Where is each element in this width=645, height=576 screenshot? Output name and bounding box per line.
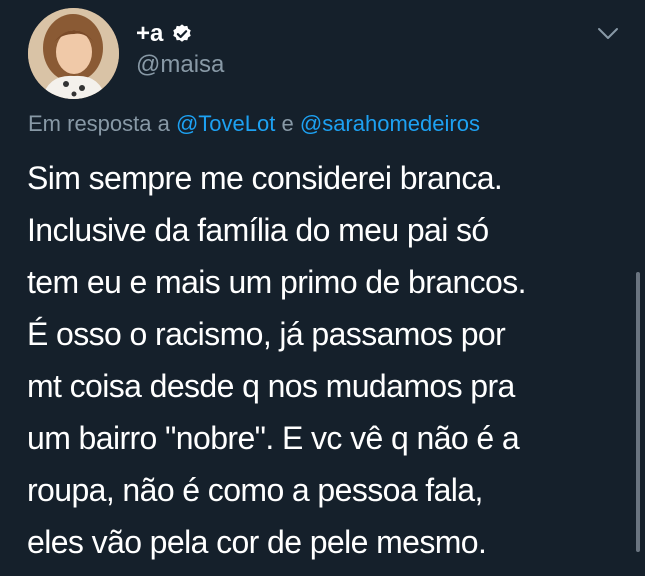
display-name-text[interactable]: +a [136,20,163,48]
chevron-down-icon[interactable] [596,26,620,42]
tweet-card: +a @maisa Em resposta a @ToveLot e @sara… [0,0,645,576]
tweet-text-line: eles vão pela cor de pele mesmo. [27,524,487,560]
mention-link-2[interactable]: @sarahomedeiros [300,111,480,136]
tweet-text: Sim sempre me considerei branca. Inclusi… [27,152,627,568]
tweet-text-line: Inclusive da família do meu pai só [27,212,489,248]
reply-prefix: Em resposta a [28,111,170,136]
reply-context: Em resposta a @ToveLot e @sarahomedeiros [28,110,480,138]
avatar[interactable] [28,8,119,99]
tweet-text-line: mt coisa desde q nos mudamos pra [27,368,515,404]
mention-link-1[interactable]: @ToveLot [176,111,275,136]
avatar-image [28,8,119,99]
reply-conjunction: e [281,111,294,136]
tweet-text-line: roupa, não é como a pessoa fala, [27,472,483,508]
display-name[interactable]: +a [136,20,193,48]
tweet-text-line: tem eu e mais um primo de brancos. [27,264,527,300]
tweet-text-line: um bairro "nobre". E vc vê q não é a [27,420,520,456]
user-handle[interactable]: @maisa [136,51,224,79]
tweet-text-line: É osso o racismo, já passamos por [27,316,506,352]
scrollbar[interactable] [636,272,640,552]
verified-badge-icon [171,23,193,45]
tweet-text-line: Sim sempre me considerei branca. [27,160,503,196]
